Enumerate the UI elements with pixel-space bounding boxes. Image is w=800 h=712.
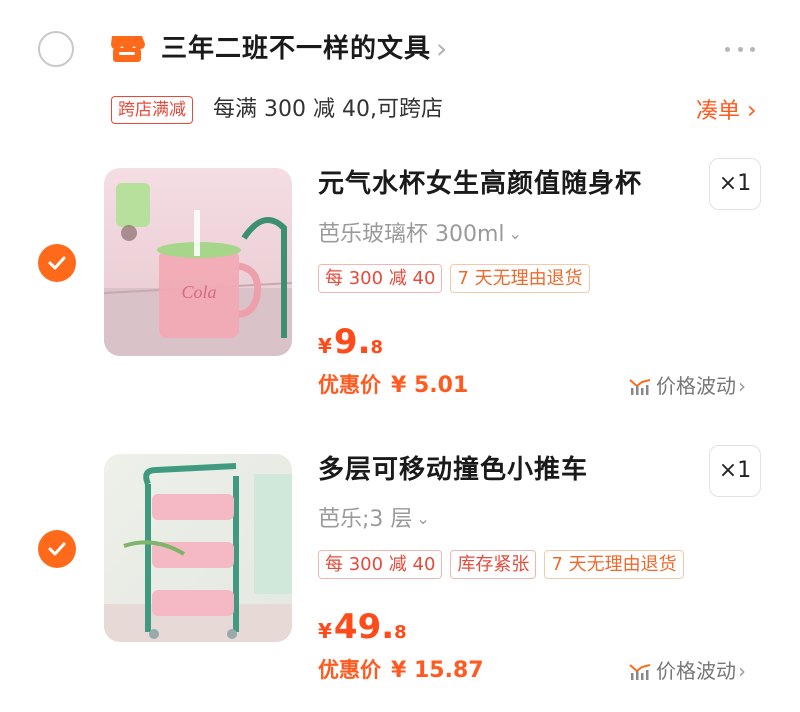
product-title[interactable]: 元气水杯女生高颜值随身杯 xyxy=(318,166,642,202)
chevron-right-icon: › xyxy=(738,374,746,398)
return-policy-tag: 7 天无理由退货 xyxy=(544,550,684,579)
chevron-right-icon: › xyxy=(747,96,757,124)
item-tags: 每 300 减 40 7 天无理由退货 xyxy=(318,264,590,293)
currency-symbol: ¥ xyxy=(318,334,332,358)
price-integer: 9. xyxy=(333,322,371,362)
product-image-cup[interactable]: Cola xyxy=(104,168,292,356)
item-price: ¥9.8 xyxy=(318,322,383,368)
price-decimal: 8 xyxy=(394,622,407,643)
chevron-down-icon: ⌄ xyxy=(508,224,522,243)
quantity-button[interactable]: ×1 xyxy=(709,445,761,497)
price-trend-label: 价格波动 xyxy=(656,374,736,398)
price-decimal: 8 xyxy=(370,337,384,358)
item-tags: 每 300 减 40 库存紧张 7 天无理由退货 xyxy=(318,550,684,579)
chevron-down-icon: ⌄ xyxy=(416,509,430,528)
discount-price: 优惠价 ¥ 5.01 xyxy=(318,369,468,402)
chevron-right-icon: › xyxy=(738,659,746,683)
check-icon xyxy=(48,256,66,270)
shop-icon xyxy=(108,34,146,64)
discount-tag: 每 300 减 40 xyxy=(318,264,443,293)
discount-label: 优惠价 xyxy=(318,373,381,397)
cart-shop-section: 三年二班不一样的文具 › 跨店满减 每满 300 减 40,可跨店 凑单 › C… xyxy=(0,0,800,712)
sku-label: 芭乐;3 层 xyxy=(318,507,413,532)
sku-label: 芭乐玻璃杯 300ml xyxy=(318,222,505,247)
return-policy-tag: 7 天无理由退货 xyxy=(450,264,590,293)
promo-description: 每满 300 减 40,可跨店 xyxy=(213,97,443,122)
quantity-button[interactable]: ×1 xyxy=(709,158,761,210)
item-select-checkbox[interactable] xyxy=(38,530,76,568)
price-trend-link[interactable]: 价格波动 › xyxy=(628,371,746,401)
low-stock-tag: 库存紧张 xyxy=(450,550,537,579)
svg-text:Cola: Cola xyxy=(181,282,216,302)
shop-name[interactable]: 三年二班不一样的文具 xyxy=(161,30,431,68)
sku-selector[interactable]: 芭乐玻璃杯 300ml ⌄ xyxy=(318,218,522,251)
more-icon[interactable] xyxy=(725,47,755,53)
discount-tag: 每 300 减 40 xyxy=(318,550,443,579)
item-price: ¥49.8 xyxy=(318,607,407,653)
discount-label: 优惠价 xyxy=(318,658,381,682)
shop-select-checkbox[interactable] xyxy=(38,31,74,67)
price-trend-link[interactable]: 价格波动 › xyxy=(628,656,746,686)
product-image-cart[interactable] xyxy=(104,454,292,642)
price-trend-icon xyxy=(629,664,651,680)
price-integer: 49. xyxy=(333,607,395,647)
currency-symbol: ¥ xyxy=(318,619,332,643)
discount-price: 优惠价 ¥ 15.87 xyxy=(318,654,484,687)
sku-selector[interactable]: 芭乐;3 层 ⌄ xyxy=(318,503,430,536)
check-icon xyxy=(48,542,66,556)
price-trend-label: 价格波动 xyxy=(656,659,736,683)
product-title[interactable]: 多层可移动撞色小推车 xyxy=(318,452,588,488)
shop-chevron-icon[interactable]: › xyxy=(436,31,447,67)
discount-value: ¥ 5.01 xyxy=(391,373,469,398)
discount-value: ¥ 15.87 xyxy=(391,658,484,683)
add-on-link[interactable]: 凑单 › xyxy=(696,93,757,129)
add-on-label: 凑单 xyxy=(696,99,741,124)
cross-store-discount-badge: 跨店满减 xyxy=(111,96,193,124)
item-select-checkbox[interactable] xyxy=(38,244,76,282)
price-trend-icon xyxy=(629,379,651,395)
